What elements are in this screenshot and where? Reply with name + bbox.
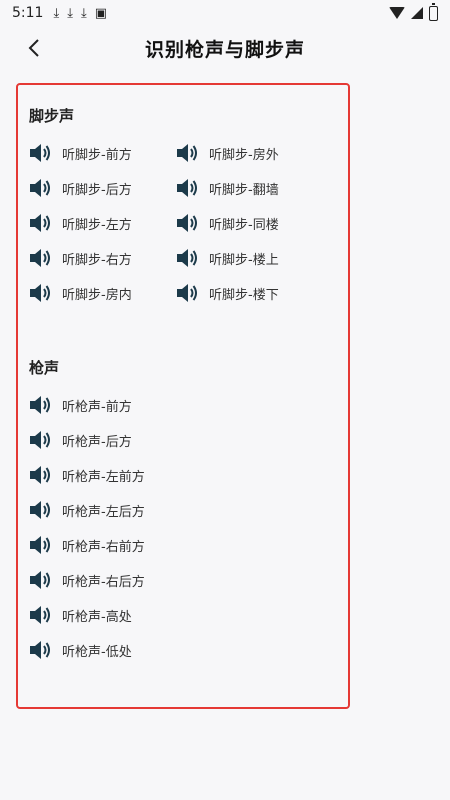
speaker-icon	[30, 606, 50, 624]
gunshots-sound-item[interactable]: 听枪声-左前方	[28, 463, 145, 487]
download-icon: ⤓	[53, 5, 60, 21]
speaker-icon	[30, 536, 50, 554]
speaker-icon	[177, 214, 197, 232]
footsteps-sound-item[interactable]: 听脚步-房内	[28, 281, 132, 305]
gunshots-sound-item[interactable]: 听枪声-右前方	[28, 533, 145, 557]
footsteps-sound-item[interactable]: 听脚步-同楼	[175, 211, 279, 235]
sound-item-label: 听脚步-楼下	[209, 287, 279, 303]
speaker-icon	[30, 144, 50, 162]
speaker-icon	[30, 214, 50, 232]
download-icon: ⤓	[80, 5, 87, 21]
gunshots-sound-item[interactable]: 听枪声-前方	[28, 393, 132, 417]
sound-item-label: 听脚步-房外	[209, 147, 279, 163]
sound-item-label: 听枪声-左前方	[62, 469, 145, 485]
speaker-icon	[177, 144, 197, 162]
footsteps-sound-item[interactable]: 听脚步-翻墙	[175, 176, 279, 200]
speaker-icon	[30, 249, 50, 267]
sound-item-label: 听脚步-翻墙	[209, 182, 279, 198]
footsteps-sound-item[interactable]: 听脚步-后方	[28, 176, 132, 200]
footsteps-sound-item[interactable]: 听脚步-楼下	[175, 281, 279, 305]
status-time: 5:11	[12, 5, 44, 21]
sound-item-label: 听脚步-右方	[62, 252, 132, 268]
sound-item-label: 听枪声-左后方	[62, 504, 145, 520]
speaker-icon	[177, 179, 197, 197]
sound-item-label: 听枪声-后方	[62, 434, 132, 450]
speaker-icon	[30, 501, 50, 519]
speaker-icon	[30, 431, 50, 449]
gunshots-sound-item[interactable]: 听枪声-右后方	[28, 568, 145, 592]
app-header: 识别枪声与脚步声	[0, 26, 450, 70]
speaker-icon	[30, 466, 50, 484]
footsteps-sound-item[interactable]: 听脚步-楼上	[175, 246, 279, 270]
download-icon: ⤓	[67, 5, 73, 21]
sound-item-label: 听枪声-低处	[62, 644, 132, 660]
footsteps-sound-item[interactable]: 听脚步-右方	[28, 246, 132, 270]
gunshots-sound-item[interactable]: 听枪声-高处	[28, 603, 132, 627]
footsteps-sound-item[interactable]: 听脚步-左方	[28, 211, 132, 235]
speaker-icon	[30, 641, 50, 659]
chevron-left-icon	[28, 39, 39, 57]
footsteps-sound-item[interactable]: 听脚步-前方	[28, 141, 132, 165]
signal-icon	[411, 7, 423, 19]
page-title: 识别枪声与脚步声	[144, 38, 305, 61]
sound-item-label: 听脚步-同楼	[209, 217, 279, 233]
footsteps-sound-item[interactable]: 听脚步-房外	[175, 141, 279, 165]
speaker-icon	[30, 571, 50, 589]
gunshots-heading: 枪声	[29, 359, 60, 377]
sound-item-label: 听脚步-前方	[62, 147, 132, 163]
speaker-icon	[30, 284, 50, 302]
image-icon: ▣	[94, 5, 107, 21]
sound-item-label: 听枪声-右后方	[62, 574, 145, 590]
sound-item-label: 听枪声-前方	[62, 399, 132, 415]
gunshots-sound-item[interactable]: 听枪声-后方	[28, 428, 132, 452]
status-bar: 5:11 ⤓ ⤓ ⤓ ▣	[0, 0, 450, 26]
wifi-icon	[389, 7, 405, 19]
back-button[interactable]	[18, 32, 50, 64]
sound-item-label: 听枪声-右前方	[62, 539, 145, 555]
sound-item-label: 听脚步-楼上	[209, 252, 279, 268]
gunshots-sound-item[interactable]: 听枪声-左后方	[28, 498, 145, 522]
speaker-icon	[30, 179, 50, 197]
sound-item-label: 听脚步-房内	[62, 287, 132, 303]
speaker-icon	[30, 396, 50, 414]
speaker-icon	[177, 284, 197, 302]
sound-item-label: 听脚步-左方	[62, 217, 132, 233]
footsteps-heading: 脚步声	[29, 107, 75, 125]
sound-item-label: 听枪声-高处	[62, 609, 132, 625]
speaker-icon	[177, 249, 197, 267]
battery-icon	[429, 2, 438, 21]
sound-panel: 脚步声 听脚步-前方 听脚步-房外听脚步-后方 听脚步-翻墙听脚步-左方 听脚步-同楼…	[16, 83, 350, 709]
gunshots-sound-item[interactable]: 听枪声-低处	[28, 638, 132, 662]
sound-item-label: 听脚步-后方	[62, 182, 132, 198]
